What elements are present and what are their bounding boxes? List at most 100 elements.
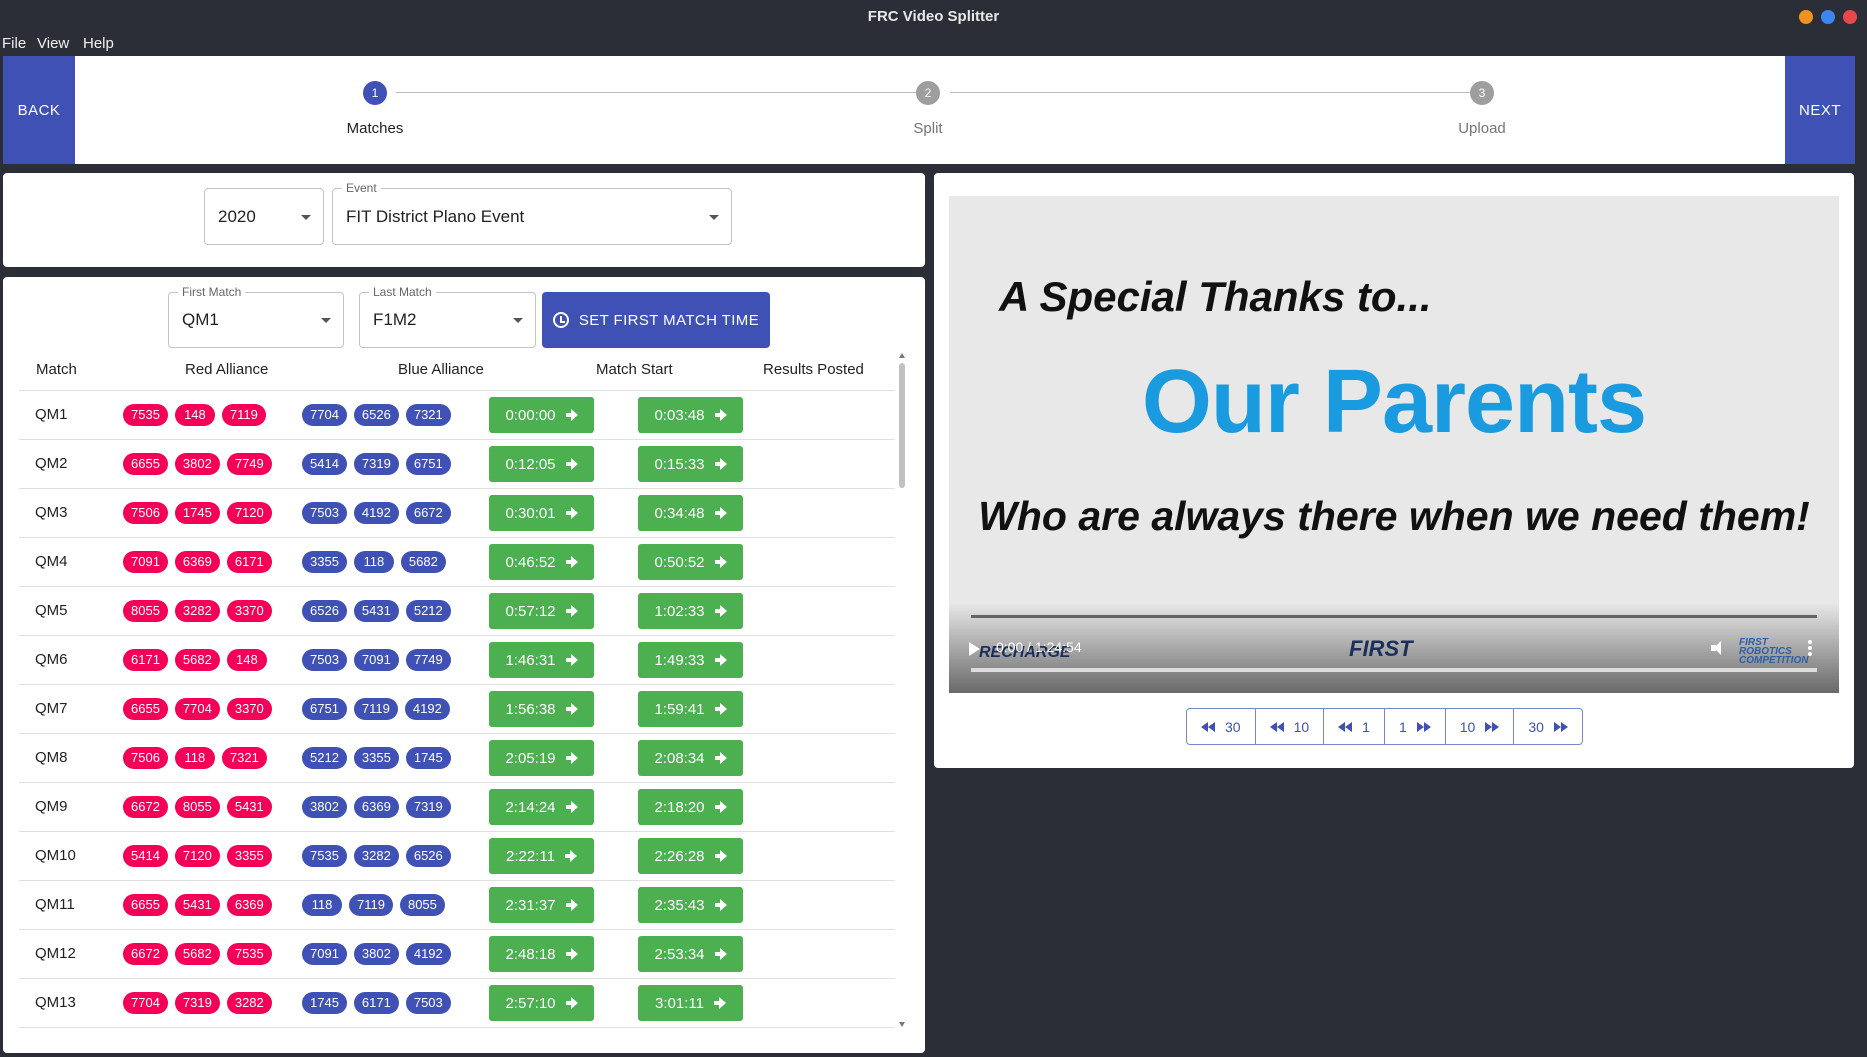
red-team-chip[interactable]: 7506 [123,747,168,769]
blue-team-chip[interactable]: 3282 [353,845,399,867]
red-team-chip[interactable]: 5414 [123,845,168,867]
step-matches[interactable]: 1 Matches [315,81,435,137]
seek-back-10-button[interactable]: 10 [1256,709,1325,744]
scroll-thumb[interactable] [899,363,905,488]
blue-team-chip[interactable]: 118 [302,894,342,916]
red-team-chip[interactable]: 6655 [123,453,168,475]
match-start-button[interactable]: 2:05:19 [489,740,594,776]
red-team-chip[interactable]: 3802 [174,453,220,475]
results-posted-button[interactable]: 3:01:11 [638,985,743,1021]
set-first-match-time-button[interactable]: SET FIRST MATCH TIME [542,292,770,348]
red-team-chip[interactable]: 7535 [226,943,272,965]
match-start-button[interactable]: 1:56:38 [489,691,594,727]
step-split[interactable]: 2 Split [868,81,988,137]
red-team-chip[interactable]: 6171 [226,551,272,573]
red-team-chip[interactable]: 7120 [226,502,272,524]
back-button[interactable]: BACK [3,56,75,164]
match-start-button[interactable]: 2:31:37 [489,887,594,923]
blue-team-chip[interactable]: 3355 [302,551,347,573]
blue-team-chip[interactable]: 3355 [353,747,399,769]
results-posted-button[interactable]: 1:49:33 [638,642,743,678]
red-team-chip[interactable]: 6655 [123,698,168,720]
results-posted-button[interactable]: 1:02:33 [638,593,743,629]
blue-team-chip[interactable]: 7319 [353,453,399,475]
blue-team-chip[interactable]: 7535 [302,845,347,867]
red-team-chip[interactable]: 7506 [123,502,168,524]
blue-team-chip[interactable]: 7503 [302,502,347,524]
red-team-chip[interactable]: 8055 [174,796,220,818]
menu-help[interactable]: Help [83,35,114,52]
red-team-chip[interactable]: 1745 [174,502,220,524]
blue-team-chip[interactable]: 6526 [302,600,347,622]
red-team-chip[interactable]: 7704 [174,698,220,720]
volume-icon[interactable] [1711,640,1727,656]
seek-fwd-1-button[interactable]: 1 [1385,709,1446,744]
blue-team-chip[interactable]: 6526 [353,404,399,426]
match-start-button[interactable]: 0:57:12 [489,593,594,629]
event-select[interactable]: Event FIT District Plano Event [332,181,732,245]
last-match-select[interactable]: Last Match F1M2 [359,285,536,348]
play-icon[interactable] [969,642,980,656]
scroll-up-icon[interactable] [899,353,905,358]
match-start-button[interactable]: 2:57:10 [489,985,594,1021]
blue-team-chip[interactable]: 7091 [353,649,399,671]
blue-team-chip[interactable]: 3802 [353,943,399,965]
red-team-chip[interactable]: 7319 [174,992,220,1014]
red-team-chip[interactable]: 5431 [174,894,220,916]
red-team-chip[interactable]: 6672 [123,943,168,965]
red-team-chip[interactable]: 7321 [221,747,267,769]
blue-team-chip[interactable]: 6171 [353,992,399,1014]
match-start-button[interactable]: 2:22:11 [489,838,594,874]
video-seek-bar[interactable] [971,668,1817,672]
red-team-chip[interactable]: 7091 [123,551,168,573]
blue-team-chip[interactable]: 6751 [302,698,347,720]
scroll-down-icon[interactable] [899,1022,905,1027]
menu-view[interactable]: View [37,35,69,52]
match-start-button[interactable]: 2:48:18 [489,936,594,972]
next-button[interactable]: NEXT [1785,56,1855,164]
first-match-select[interactable]: First Match QM1 [168,285,344,348]
results-posted-button[interactable]: 2:35:43 [638,887,743,923]
blue-team-chip[interactable]: 7749 [405,649,451,671]
red-team-chip[interactable]: 3370 [226,600,272,622]
red-team-chip[interactable]: 148 [226,649,267,671]
blue-team-chip[interactable]: 5212 [405,600,451,622]
red-team-chip[interactable]: 148 [174,404,215,426]
red-team-chip[interactable]: 7749 [226,453,272,475]
red-team-chip[interactable]: 5682 [174,649,220,671]
blue-team-chip[interactable]: 4192 [405,943,451,965]
blue-team-chip[interactable]: 6751 [405,453,451,475]
blue-team-chip[interactable]: 5212 [302,747,347,769]
red-team-chip[interactable]: 118 [174,747,215,769]
red-team-chip[interactable]: 7120 [174,845,220,867]
blue-team-chip[interactable]: 5682 [400,551,446,573]
blue-team-chip[interactable]: 7119 [353,698,398,720]
blue-team-chip[interactable]: 118 [353,551,394,573]
match-start-button[interactable]: 0:00:00 [489,397,594,433]
red-team-chip[interactable]: 3282 [174,600,220,622]
seek-back-30-button[interactable]: 30 [1187,709,1256,744]
seek-back-1-button[interactable]: 1 [1324,709,1385,744]
red-team-chip[interactable]: 6655 [123,894,168,916]
red-team-chip[interactable]: 6171 [123,649,168,671]
step-upload[interactable]: 3 Upload [1422,81,1542,137]
red-team-chip[interactable]: 6672 [123,796,168,818]
video-player[interactable]: A Special Thanks to... Our Parents Who a… [949,196,1839,693]
match-start-button[interactable]: 0:46:52 [489,544,594,580]
red-team-chip[interactable]: 8055 [123,600,168,622]
results-posted-button[interactable]: 2:08:34 [638,740,743,776]
red-team-chip[interactable]: 7704 [123,992,168,1014]
blue-team-chip[interactable]: 6526 [405,845,451,867]
blue-team-chip[interactable]: 7503 [405,992,451,1014]
results-posted-button[interactable]: 2:18:20 [638,789,743,825]
blue-team-chip[interactable]: 6672 [405,502,451,524]
red-team-chip[interactable]: 5682 [174,943,220,965]
red-team-chip[interactable]: 7119 [221,404,266,426]
maximize-button[interactable] [1821,10,1835,24]
results-posted-button[interactable]: 0:15:33 [638,446,743,482]
blue-team-chip[interactable]: 4192 [353,502,399,524]
red-team-chip[interactable]: 3355 [226,845,272,867]
match-start-button[interactable]: 0:30:01 [489,495,594,531]
close-button[interactable] [1843,10,1857,24]
minimize-button[interactable] [1799,10,1813,24]
